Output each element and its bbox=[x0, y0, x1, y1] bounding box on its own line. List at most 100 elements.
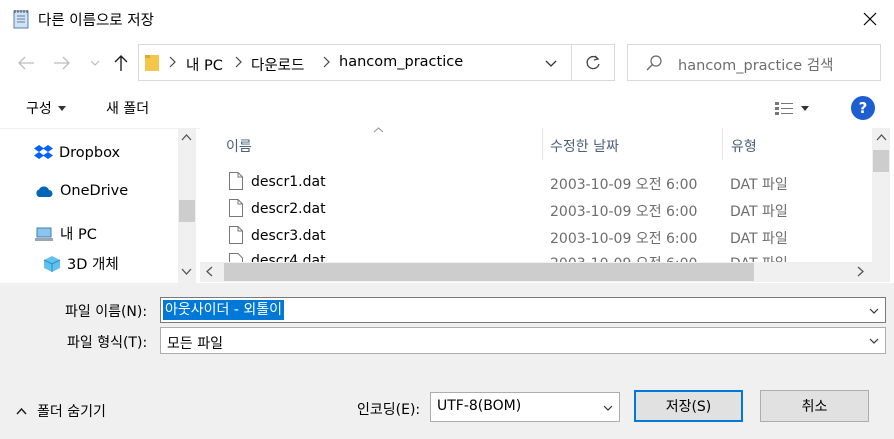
sidebar-item-label: OneDrive bbox=[60, 183, 129, 199]
address-bar[interactable]: 내 PC 다운로드 hancom_practice bbox=[138, 44, 572, 81]
file-date: 2003-10-09 오전 6:00 bbox=[550, 231, 698, 247]
file-list-vertical-scrollbar[interactable] bbox=[872, 128, 890, 262]
search-input[interactable]: hancom_practice 검색 bbox=[627, 44, 881, 81]
search-placeholder: hancom_practice 검색 bbox=[678, 58, 834, 74]
column-divider[interactable] bbox=[722, 128, 723, 160]
file-name: descr4.dat bbox=[251, 253, 326, 262]
back-arrow-icon bbox=[17, 56, 35, 70]
filetype-value: 모든 파일 bbox=[167, 336, 223, 352]
scroll-down-icon[interactable] bbox=[181, 268, 192, 275]
filename-value: 아웃사이더 - 외톨이 bbox=[163, 300, 284, 320]
horizontal-scroll-thumb[interactable] bbox=[224, 263, 754, 281]
file-icon bbox=[229, 199, 243, 217]
file-type: DAT 파일 bbox=[730, 253, 788, 262]
file-icon bbox=[229, 172, 243, 190]
new-folder-button[interactable]: 새 폴더 bbox=[106, 98, 149, 118]
breadcrumb-separator-icon bbox=[235, 56, 243, 68]
file-date: 2003-10-09 오전 6:00 bbox=[550, 177, 698, 193]
sidebar-item-label: 3D 개체 bbox=[67, 257, 119, 273]
sort-ascending-icon bbox=[373, 127, 384, 133]
sidebar-item-label: Dropbox bbox=[59, 144, 121, 161]
filename-label: 파일 이름(N): bbox=[65, 304, 148, 320]
file-name: descr2.dat bbox=[251, 201, 326, 217]
chevron-down-icon bbox=[603, 405, 613, 411]
chevron-up-icon bbox=[16, 407, 27, 415]
breadcrumb-item[interactable]: hancom_practice bbox=[339, 54, 463, 70]
filetype-label: 파일 형식(T): bbox=[67, 335, 148, 351]
file-type: DAT 파일 bbox=[730, 204, 788, 220]
navigation-pane: Dropbox OneDrive 내 PC 3D 개체 bbox=[0, 128, 200, 283]
sidebar-item-label: 내 PC bbox=[60, 227, 97, 243]
breadcrumb-item[interactable]: 내 PC bbox=[186, 54, 223, 75]
breadcrumb-separator-icon bbox=[169, 56, 177, 68]
view-options-button[interactable] bbox=[775, 97, 817, 119]
column-header-type[interactable]: 유형 bbox=[731, 136, 757, 156]
organize-button[interactable]: 구성 bbox=[26, 98, 66, 118]
up-arrow-icon bbox=[114, 54, 128, 72]
close-button[interactable] bbox=[846, 0, 894, 38]
sidebar-item-3d-objects[interactable]: 3D 개체 bbox=[43, 253, 119, 274]
window-title: 다른 이름으로 저장 bbox=[38, 13, 154, 29]
close-icon bbox=[863, 12, 877, 26]
refresh-button[interactable] bbox=[572, 44, 615, 81]
breadcrumb-separator-icon bbox=[323, 56, 331, 68]
3d-objects-icon bbox=[43, 255, 61, 273]
scroll-up-icon[interactable] bbox=[876, 134, 887, 141]
hide-folders-button[interactable]: 폴더 숨기기 bbox=[16, 401, 106, 421]
chevron-down-icon bbox=[90, 60, 100, 66]
notepad-icon bbox=[12, 9, 30, 29]
chevron-down-icon[interactable] bbox=[545, 60, 557, 67]
file-row[interactable]: descr3.dat 2003-10-09 오전 6:00 DAT 파일 bbox=[226, 224, 866, 251]
sidebar-item-onedrive[interactable]: OneDrive bbox=[34, 183, 128, 199]
column-header-date[interactable]: 수정한 날짜 bbox=[550, 136, 619, 156]
file-type: DAT 파일 bbox=[730, 231, 788, 247]
up-button[interactable] bbox=[106, 46, 136, 80]
chevron-down-icon bbox=[869, 338, 879, 344]
search-icon bbox=[646, 55, 662, 71]
sidebar-item-this-pc[interactable]: 내 PC bbox=[34, 223, 97, 244]
forward-arrow-icon bbox=[53, 56, 71, 70]
back-button[interactable] bbox=[10, 46, 42, 80]
dropbox-icon bbox=[34, 144, 53, 161]
help-button[interactable]: ? bbox=[851, 96, 875, 120]
file-name: descr3.dat bbox=[251, 228, 326, 244]
file-name: descr1.dat bbox=[251, 174, 326, 190]
caret-down-icon bbox=[801, 105, 809, 111]
filename-input[interactable]: 아웃사이더 - 외톨이 bbox=[160, 297, 886, 323]
hide-folders-label: 폴더 숨기기 bbox=[37, 404, 106, 420]
file-date: 2003-10-09 오전 6:00 bbox=[550, 204, 698, 220]
refresh-icon bbox=[585, 55, 601, 71]
onedrive-icon bbox=[34, 185, 54, 198]
encoding-select[interactable]: UTF-8(BOM) bbox=[430, 392, 620, 422]
scroll-right-icon[interactable] bbox=[857, 266, 864, 277]
nav-scroll-thumb[interactable] bbox=[179, 200, 195, 222]
recent-locations-button[interactable] bbox=[84, 46, 106, 80]
breadcrumb-item[interactable]: 다운로드 bbox=[251, 54, 304, 75]
file-icon bbox=[229, 226, 243, 244]
organize-label: 구성 bbox=[26, 101, 52, 117]
sidebar-item-dropbox[interactable]: Dropbox bbox=[34, 144, 120, 161]
file-icon bbox=[229, 253, 243, 262]
caret-down-icon bbox=[57, 105, 66, 111]
vertical-scroll-thumb[interactable] bbox=[873, 150, 889, 172]
cancel-button[interactable]: 취소 bbox=[760, 390, 869, 422]
chevron-down-icon[interactable] bbox=[869, 308, 879, 314]
file-row-clip: descr4.dat 2003-10-09 오전 6:00 DAT 파일 bbox=[200, 251, 872, 262]
column-divider[interactable] bbox=[542, 128, 543, 160]
file-row[interactable]: descr2.dat 2003-10-09 오전 6:00 DAT 파일 bbox=[226, 197, 866, 224]
encoding-label: 인코딩(E): bbox=[357, 402, 421, 418]
folder-icon bbox=[145, 54, 159, 72]
forward-button[interactable] bbox=[46, 46, 78, 80]
file-date: 2003-10-09 오전 6:00 bbox=[550, 253, 697, 262]
column-header-name[interactable]: 이름 bbox=[226, 136, 252, 156]
file-row[interactable]: descr4.dat 2003-10-09 오전 6:00 DAT 파일 bbox=[226, 251, 866, 262]
encoding-value: UTF-8(BOM) bbox=[437, 398, 522, 414]
scroll-up-icon[interactable] bbox=[181, 134, 192, 141]
file-type: DAT 파일 bbox=[730, 177, 788, 193]
save-button[interactable]: 저장(S) bbox=[634, 390, 743, 422]
computer-icon bbox=[34, 226, 54, 242]
file-row[interactable]: descr1.dat 2003-10-09 오전 6:00 DAT 파일 bbox=[226, 170, 866, 197]
details-view-icon bbox=[775, 101, 793, 115]
filetype-select[interactable]: 모든 파일 bbox=[160, 327, 886, 354]
scroll-left-icon[interactable] bbox=[206, 266, 213, 277]
